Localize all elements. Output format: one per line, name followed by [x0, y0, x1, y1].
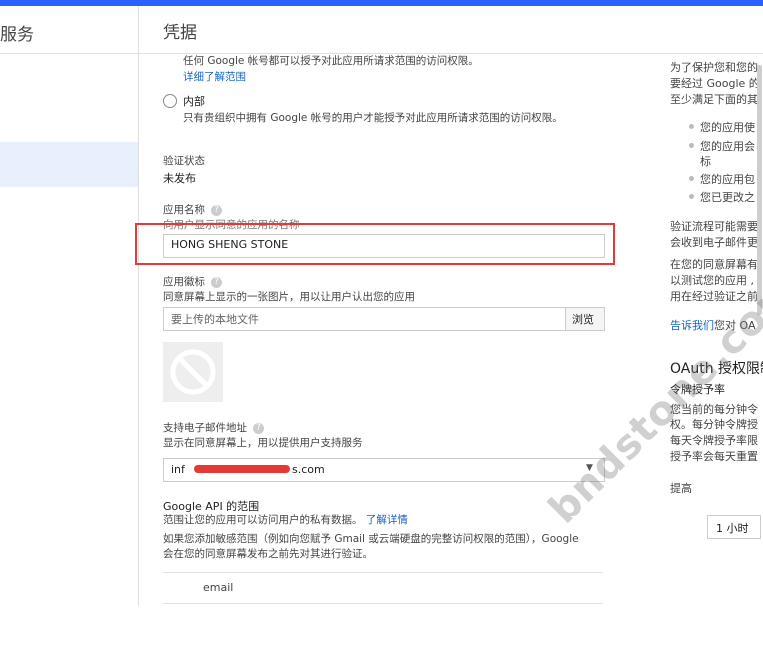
- right-p3-line1: 在您的同意屏幕有: [670, 258, 758, 271]
- right-p1-line1: 为了保护您和您的: [670, 61, 758, 74]
- bullet-dot: [689, 143, 694, 148]
- support-email-label-text: 支持电子邮件地址: [163, 422, 247, 434]
- time-range-select[interactable]: 1 小时: [707, 515, 761, 539]
- browse-button-label: 浏览: [572, 313, 594, 326]
- help-icon[interactable]: ?: [253, 422, 264, 434]
- learn-scopes-link[interactable]: 详细了解范围: [183, 69, 246, 84]
- scopes-learn-more-link[interactable]: 了解详情: [366, 514, 408, 526]
- right-bullet-4: 您已更改之: [700, 191, 755, 204]
- help-icon[interactable]: ?: [211, 204, 222, 216]
- right-p1-line2: 要经过 Google 的: [670, 77, 760, 90]
- right-bullet-3: 您的应用包: [700, 173, 755, 186]
- support-email-prefix: inf: [171, 463, 185, 476]
- raise-link[interactable]: 提高: [670, 480, 692, 496]
- app-name-label: 应用名称?: [163, 202, 222, 217]
- right-p2-line1: 验证流程可能需要: [670, 220, 758, 233]
- scopes-note-2: 会在您的同意屏幕发布之前先对其进行验证。: [163, 548, 373, 560]
- time-range-value: 1 小时: [716, 522, 749, 535]
- internal-label: 内部: [183, 95, 205, 108]
- right-p1-line3: 至少满足下面的其: [670, 93, 758, 106]
- rate-line-3: 每天令牌授予率限: [670, 434, 758, 447]
- logo-placeholder-image: [163, 342, 223, 402]
- app-logo-label-text: 应用徽标: [163, 276, 205, 288]
- scopes-divider-bottom: [163, 603, 603, 604]
- right-p3-line2: 以测试您的应用 ,: [670, 274, 754, 287]
- logo-file-input[interactable]: 要上传的本地文件: [163, 307, 567, 331]
- scopes-desc: 范围让您的应用可以访问用户的私有数据。: [163, 514, 363, 526]
- tell-us-link[interactable]: 告诉我们: [670, 319, 714, 332]
- right-bullet-2: 您的应用会: [700, 140, 755, 153]
- watermark: bndstone.com: [540, 265, 763, 533]
- scope-item-email: email: [203, 581, 234, 594]
- help-icon[interactable]: ?: [211, 276, 222, 288]
- verification-value: 未发布: [163, 172, 196, 185]
- app-name-label-text: 应用名称: [163, 204, 205, 216]
- browse-button[interactable]: 浏览: [565, 307, 605, 331]
- support-email-label: 支持电子邮件地址?: [163, 420, 264, 435]
- highlight-box: [135, 223, 615, 265]
- sidebar: 服务: [0, 6, 139, 606]
- verification-label: 验证状态: [163, 155, 205, 167]
- bullet-dot: [689, 194, 694, 199]
- redaction-mark: [194, 465, 290, 473]
- rate-line-4: 授予率会每天重置: [670, 450, 758, 463]
- logo-file-placeholder: 要上传的本地文件: [171, 313, 259, 326]
- scopes-note-1: 如果您添加敏感范围（例如向您赋予 Gmail 或云端硬盘的完整访问权限的范围），…: [163, 533, 579, 545]
- internal-radio[interactable]: [163, 94, 177, 108]
- page-title: 凭据: [163, 23, 197, 43]
- right-bullet-2b: 标: [700, 155, 711, 168]
- sidebar-divider: [0, 53, 138, 54]
- sidebar-item-credentials[interactable]: [0, 142, 138, 187]
- right-p2-line2: 会收到电子邮件更: [670, 236, 758, 249]
- scopes-divider: [163, 572, 603, 573]
- right-bullet-1: 您的应用使: [700, 121, 755, 134]
- app-logo-label: 应用徽标?: [163, 274, 222, 289]
- support-email-suffix: s.com: [292, 463, 325, 476]
- bullet-dot: [689, 176, 694, 181]
- internal-desc: 只有贵组织中拥有 Google 帐号的用户才能授予对此应用所请求范围的访问权限。: [183, 112, 563, 124]
- scopes-desc-line: 范围让您的应用可以访问用户的私有数据。 了解详情: [163, 512, 408, 527]
- support-email-desc: 显示在同意屏幕上，用以提供用户支持服务: [163, 437, 363, 449]
- app-logo-desc: 同意屏幕上显示的一张图片，用以让用户认出您的应用: [163, 291, 415, 303]
- sidebar-title: 服务: [0, 25, 34, 45]
- support-email-select[interactable]: inf s.com ▼: [163, 458, 605, 482]
- no-image-icon: [170, 349, 216, 395]
- public-audience-desc: 任何 Google 帐号都可以授予对此应用所请求范围的访问权限。: [183, 55, 479, 67]
- bullet-dot: [689, 124, 694, 129]
- page-header: 凭据: [139, 6, 763, 54]
